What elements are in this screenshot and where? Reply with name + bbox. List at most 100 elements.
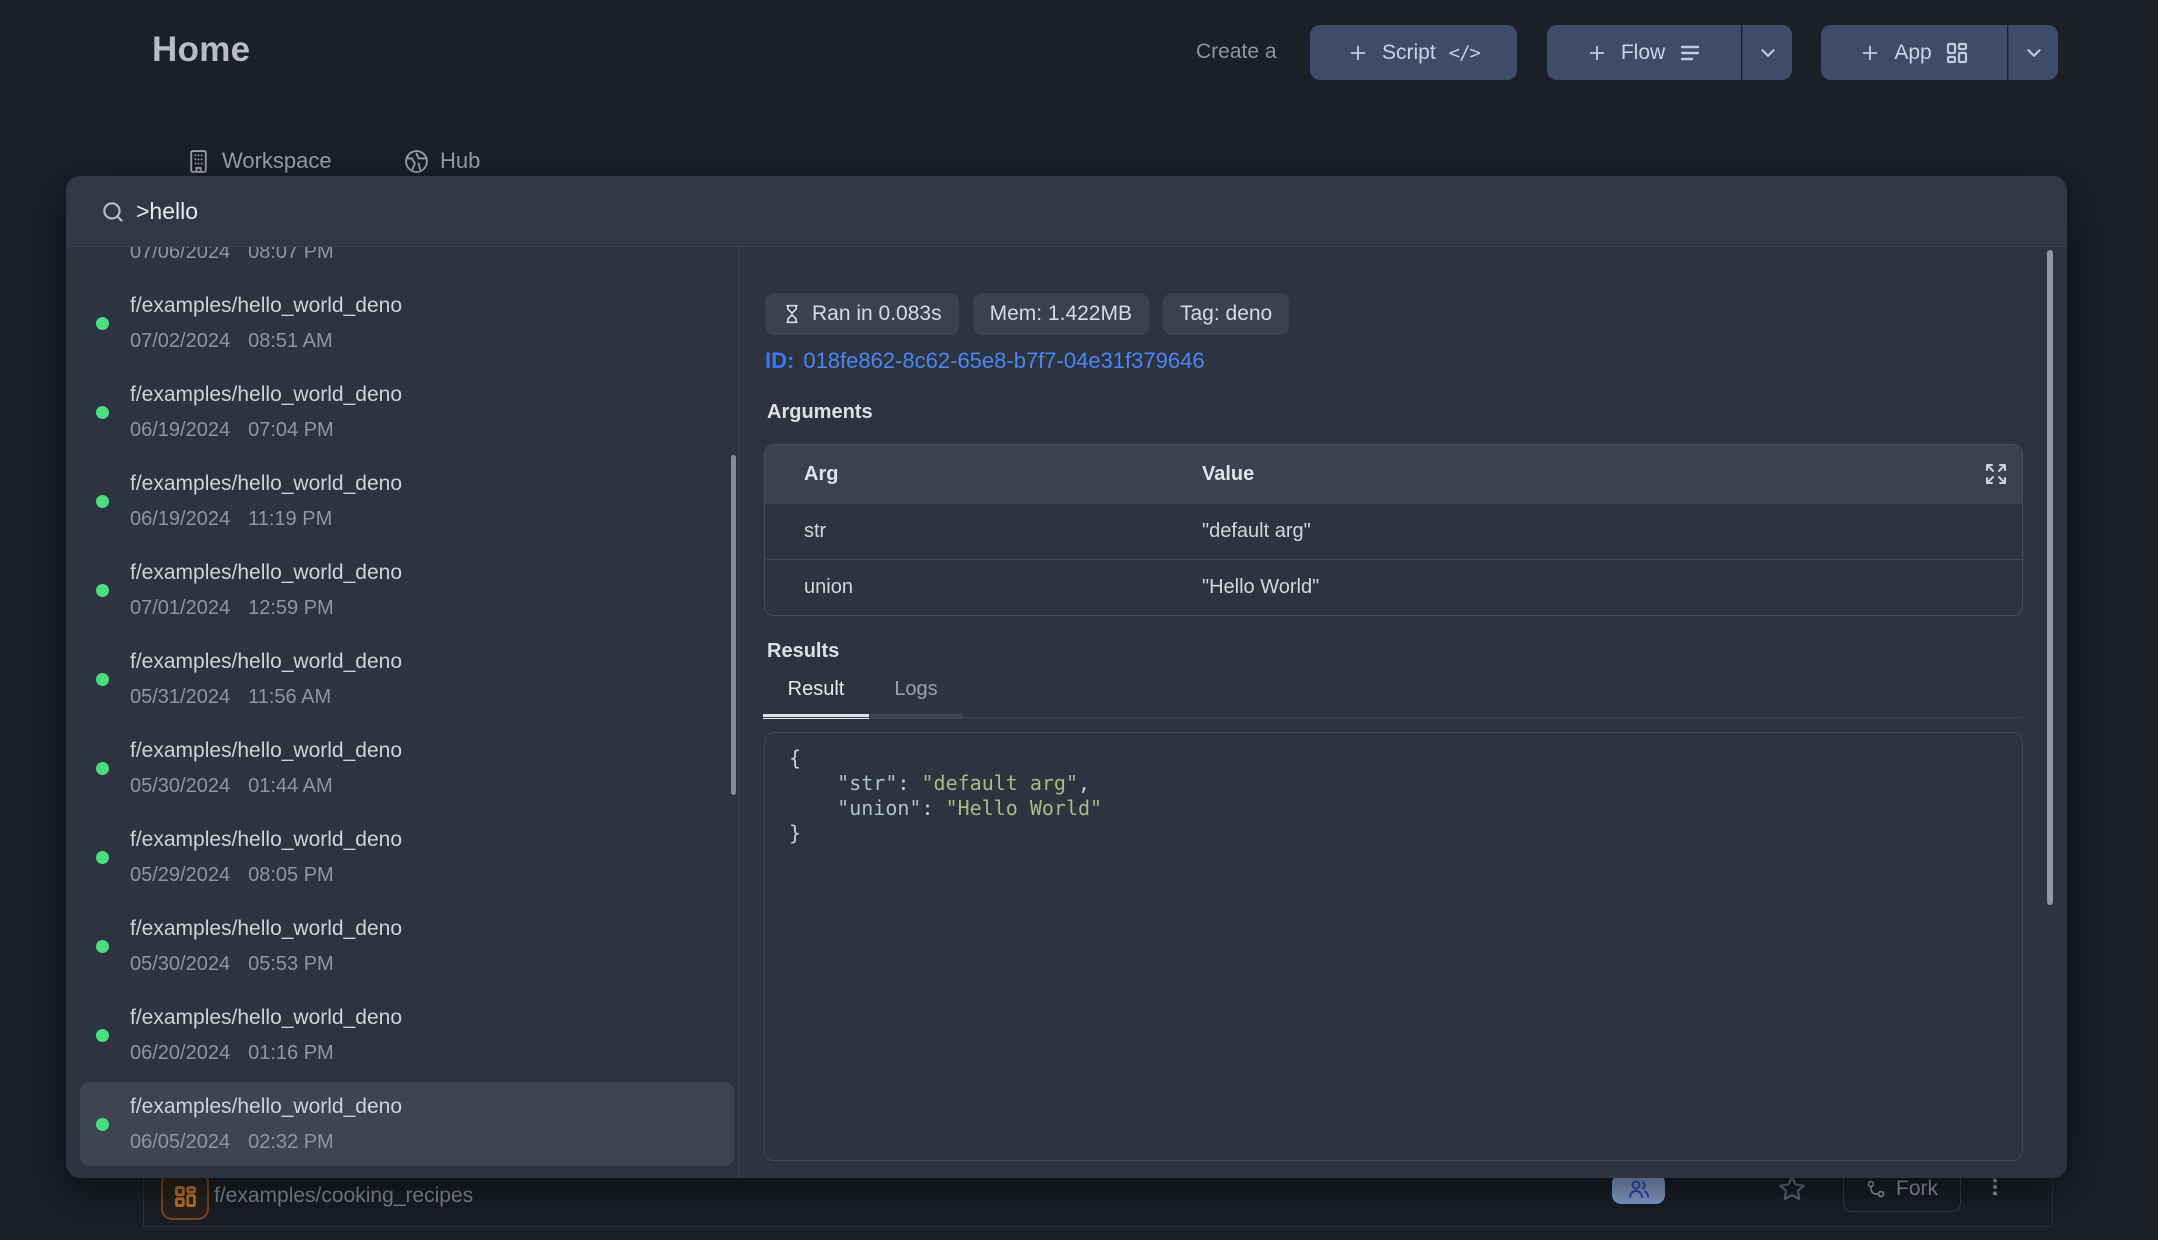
duration-label: Ran in 0.083s	[812, 302, 942, 326]
detail-scrollbar[interactable]	[2047, 250, 2053, 905]
expand-icon[interactable]	[1984, 462, 2008, 486]
search-bar	[66, 176, 2067, 246]
create-flow-label: Flow	[1621, 41, 1665, 65]
run-item[interactable]: f/examples/hello_world_deno 06/05/202402:…	[66, 1080, 739, 1169]
run-item[interactable]: f/examples/hello_world_deno06/19/202411:…	[66, 457, 739, 546]
argument-row: union"Hello World"	[765, 559, 2022, 615]
fork-label: Fork	[1896, 1177, 1938, 1201]
tab-workspace[interactable]: Workspace	[186, 148, 332, 174]
result-tabs: Result Logs	[763, 678, 963, 719]
tab-result[interactable]: Result	[763, 678, 869, 719]
arguments-table-header: Arg Value	[765, 445, 2022, 503]
tab-hub[interactable]: Hub	[404, 148, 480, 174]
git-branch-icon	[1866, 1179, 1886, 1199]
run-item[interactable]: f/examples/hello_world_deno05/29/202408:…	[66, 813, 739, 902]
id-value: 018fe862-8c62-65e8-b7f7-04e31f379646	[803, 348, 1204, 373]
run-path: f/examples/hello_world_deno	[130, 648, 719, 676]
run-datetime: 05/30/202401:44 AM	[130, 773, 719, 799]
search-icon	[100, 199, 126, 225]
create-script-label: Script	[1382, 41, 1436, 65]
building-icon	[186, 149, 211, 174]
divider	[739, 247, 740, 1178]
success-dot	[96, 584, 109, 597]
run-datetime: 06/19/202407:04 PM	[130, 417, 719, 443]
arguments-title: Arguments	[767, 401, 873, 424]
run-item[interactable]: f/examples/hello_world_deno05/31/202411:…	[66, 635, 739, 724]
row-divider	[143, 1226, 2052, 1227]
run-datetime: 06/05/202402:32 PM	[130, 1129, 719, 1155]
tag-label: Tag: deno	[1180, 302, 1272, 326]
success-dot	[96, 940, 109, 953]
run-item[interactable]: f/examples/hello_world_deno 07/01/202412:…	[66, 546, 739, 635]
success-dot	[96, 495, 109, 508]
divider	[763, 717, 2022, 718]
run-path: f/examples/hello_world_deno	[130, 915, 719, 943]
run-datetime: 05/30/202405:53 PM	[130, 951, 719, 977]
results-title: Results	[767, 640, 839, 663]
run-item[interactable]: f/examples/hello_world_deno 07/02/202408:…	[66, 279, 739, 368]
run-item[interactable]: f/examples/hello_world_deno06/20/202401:…	[66, 991, 739, 1080]
create-script-button[interactable]: Script </>	[1310, 25, 1517, 80]
tab-hub-label: Hub	[440, 148, 480, 174]
run-badges: Ran in 0.083s Mem: 1.422MB Tag: deno	[765, 293, 1289, 335]
create-app-dropdown[interactable]	[2008, 25, 2058, 80]
id-label: ID:	[765, 348, 794, 373]
run-datetime: 07/06/202408:07 PM	[130, 247, 719, 265]
flow-list-icon	[1678, 41, 1702, 65]
run-item[interactable]: f/examples/hello_world_deno 05/30/202405:…	[66, 902, 739, 991]
app-icon	[161, 1172, 209, 1220]
tab-workspace-label: Workspace	[222, 148, 332, 174]
run-path: f/examples/hello_world_deno	[130, 826, 719, 854]
favorite-star-icon[interactable]	[1778, 1174, 1806, 1202]
create-app-button[interactable]: App	[1821, 25, 2007, 80]
success-dot	[96, 406, 109, 419]
success-dot	[96, 762, 109, 775]
search-input[interactable]	[136, 176, 2016, 246]
app-grid-icon	[1945, 41, 1969, 65]
argument-row: str"default arg"	[765, 503, 2022, 559]
page-title: Home	[152, 30, 250, 70]
run-datetime: 07/02/202408:51 AM	[130, 328, 719, 354]
argument-name: union	[765, 576, 1202, 599]
runs-list: f/examples/hello_world_deno 07/06/202408:…	[66, 247, 739, 1178]
memory-label: Mem: 1.422MB	[990, 302, 1132, 326]
create-app-label: App	[1894, 41, 1931, 65]
run-id-link[interactable]: ID: 018fe862-8c62-65e8-b7f7-04e31f379646	[765, 348, 1205, 374]
hourglass-icon	[782, 304, 802, 324]
duration-badge: Ran in 0.083s	[765, 293, 959, 335]
plus-icon	[1586, 42, 1608, 64]
tab-logs[interactable]: Logs	[869, 678, 963, 719]
create-a-label: Create a	[1196, 40, 1277, 64]
arguments-table: Arg Value str"default arg"union"Hello Wo…	[764, 444, 2023, 616]
run-datetime: 06/20/202401:16 PM	[130, 1040, 719, 1066]
tag-badge: Tag: deno	[1163, 293, 1289, 335]
memory-badge: Mem: 1.422MB	[973, 293, 1149, 335]
success-dot	[96, 317, 109, 330]
run-item[interactable]: f/examples/hello_world_deno 06/19/202407:…	[66, 368, 739, 457]
runs-scrollbar[interactable]	[731, 455, 736, 795]
code-icon: </>	[1449, 42, 1480, 64]
argument-value: "default arg"	[1202, 520, 1311, 543]
args-table-body: str"default arg"union"Hello World"	[765, 503, 2022, 615]
app-path: f/examples/cooking_recipes	[214, 1184, 473, 1208]
run-item[interactable]: f/examples/hello_world_deno07/06/202408:…	[66, 247, 739, 279]
run-path: f/examples/hello_world_deno	[130, 559, 719, 587]
plus-icon	[1859, 42, 1881, 64]
command-palette: f/examples/hello_world_deno 07/06/202408:…	[66, 176, 2067, 1178]
column-header-arg: Arg	[765, 463, 1202, 486]
argument-name: str	[765, 520, 1202, 543]
run-path: f/examples/hello_world_deno	[130, 470, 719, 498]
users-icon	[1627, 1177, 1651, 1201]
create-flow-dropdown[interactable]	[1742, 25, 1792, 80]
argument-value: "Hello World"	[1202, 576, 1319, 599]
run-path: f/examples/hello_world_deno	[130, 1093, 719, 1121]
chevron-down-icon	[1757, 42, 1779, 64]
run-item[interactable]: f/examples/hello_world_deno05/30/202401:…	[66, 724, 739, 813]
users-badge	[1612, 1174, 1665, 1204]
result-json: { "str": "default arg", "union": "Hello …	[789, 746, 1998, 846]
run-datetime: 07/01/202412:59 PM	[130, 595, 719, 621]
run-path: f/examples/hello_world_deno	[130, 381, 719, 409]
create-flow-button[interactable]: Flow	[1547, 25, 1741, 80]
column-header-value: Value	[1202, 463, 1254, 486]
run-path: f/examples/hello_world_deno	[130, 292, 719, 320]
